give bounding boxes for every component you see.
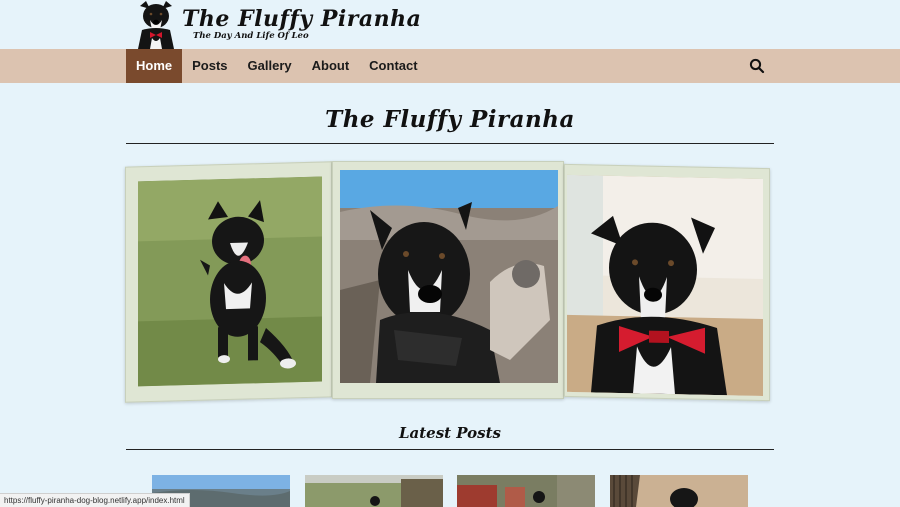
dog-photo-selfie xyxy=(340,170,558,383)
nav-contact[interactable]: Contact xyxy=(359,49,427,83)
brand-text: The Fluffy Piranha The Day And Life Of L… xyxy=(182,6,421,41)
latest-posts-list xyxy=(152,475,752,507)
latest-posts-divider xyxy=(126,449,774,450)
dog-logo-icon[interactable] xyxy=(136,0,176,49)
nav-items: Home Posts Gallery About Contact xyxy=(126,49,428,83)
search-icon[interactable] xyxy=(748,57,766,75)
main-navbar: Home Posts Gallery About Contact xyxy=(0,49,900,83)
post-thumbnail[interactable] xyxy=(457,475,595,507)
post-thumbnail[interactable] xyxy=(305,475,443,507)
browser-status-url: https://fluffy-piranha-dog-blog.netlify.… xyxy=(0,493,190,507)
hero-photo-gallery xyxy=(120,158,776,404)
dog-photo-grass xyxy=(138,176,322,387)
nav-posts[interactable]: Posts xyxy=(182,49,237,83)
polaroid-frame-1 xyxy=(125,161,332,403)
nav-home[interactable]: Home xyxy=(126,49,183,83)
page-title: The Fluffy Piranha xyxy=(325,106,575,133)
latest-posts-title: Latest Posts xyxy=(398,424,502,442)
polaroid-frame-3 xyxy=(564,163,770,402)
site-title: The Fluffy Piranha xyxy=(182,6,422,32)
polaroid-frame-2 xyxy=(332,161,564,399)
site-brand[interactable]: The Fluffy Piranha The Day And Life Of L… xyxy=(136,0,436,49)
post-thumbnail[interactable] xyxy=(610,475,748,507)
title-divider xyxy=(126,143,774,144)
nav-gallery[interactable]: Gallery xyxy=(238,49,302,83)
nav-about[interactable]: About xyxy=(302,49,360,83)
site-tagline: The Day And Life Of Leo xyxy=(193,31,309,41)
dog-photo-bowtie xyxy=(567,174,763,397)
